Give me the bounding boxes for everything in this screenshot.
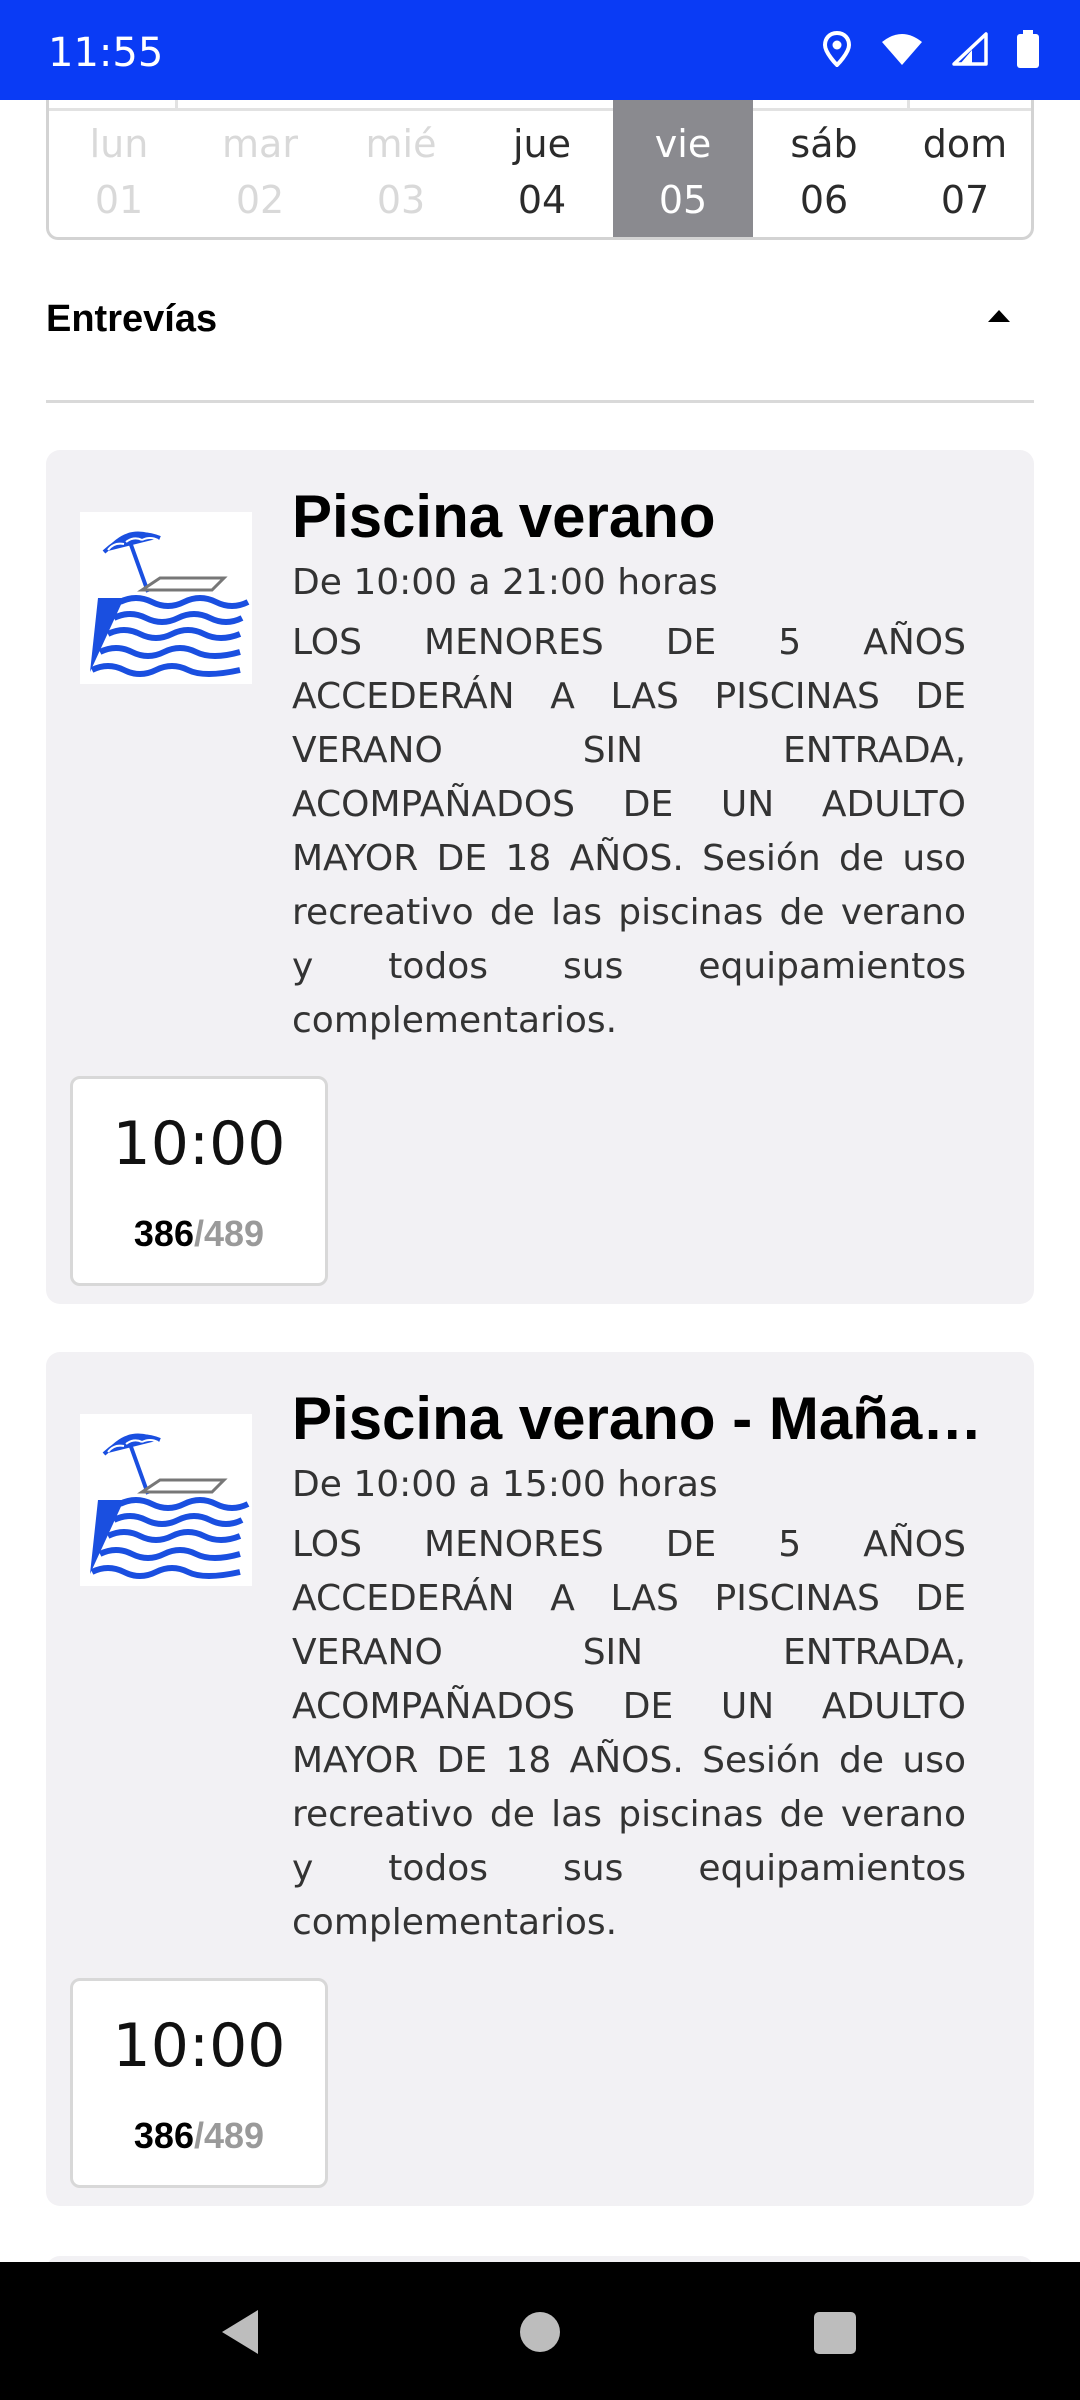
slot-time: 10:00: [112, 2011, 286, 2081]
activity-card: Piscina verano De 10:00 a 21:00 horas LO…: [46, 450, 1034, 1304]
collapse-arrow-icon[interactable]: [988, 310, 1010, 322]
day-fri[interactable]: vie 05: [613, 100, 753, 237]
status-time: 11:55: [48, 30, 164, 76]
wifi-icon: [882, 34, 922, 65]
day-name: dom: [922, 122, 1008, 166]
beach-umbrella-waves-icon: [80, 1414, 252, 1586]
day-number: 05: [658, 178, 708, 222]
recents-icon[interactable]: [814, 2312, 856, 2354]
day-number: 03: [376, 178, 426, 222]
activity-description: LOS MENORES DE 5 AÑOS ACCEDERÁN A LAS PI…: [292, 1524, 966, 1943]
day-number: 06: [799, 178, 849, 222]
slot-total: 489: [204, 2115, 265, 2156]
day-thu[interactable]: jue 04: [472, 100, 612, 237]
activity-description: LOS MENORES DE 5 AÑOS ACCEDERÁN A LAS PI…: [292, 622, 966, 1041]
battery-icon: [1017, 30, 1039, 68]
activity-hours: De 10:00 a 15:00 horas: [292, 1464, 718, 1505]
day-name: mié: [365, 122, 437, 166]
section-divider: [46, 400, 1034, 403]
section-header-entrevias[interactable]: Entrevías: [46, 290, 1034, 350]
day-sat[interactable]: sáb 06: [754, 100, 894, 237]
back-icon[interactable]: [218, 2308, 262, 2356]
day-name: mar: [222, 122, 298, 166]
day-number: 04: [517, 178, 567, 222]
status-icons: [822, 30, 1040, 68]
beach-umbrella-waves-icon: [80, 512, 252, 684]
day-name: jue: [512, 122, 572, 166]
time-slot-button[interactable]: 10:00 386/489: [70, 1076, 328, 1286]
slot-separator: /: [193, 2115, 204, 2156]
activity-card: Piscina verano - Mañana De 10:00 a 15:00…: [46, 1352, 1034, 2206]
time-slot-button[interactable]: 10:00 386/489: [70, 1978, 328, 2188]
day-name: sáb: [790, 122, 858, 166]
activity-hours: De 10:00 a 21:00 horas: [292, 562, 718, 603]
slot-available: 386: [133, 1213, 194, 1254]
slot-capacity: 386/489: [73, 2115, 325, 2157]
activity-title: Piscina verano - Mañana: [292, 1385, 992, 1452]
slot-total: 489: [204, 1213, 265, 1254]
day-number: 02: [235, 178, 285, 222]
day-selector: lun 01 mar 02 mié 03 jue 04 vie 05 sáb 0…: [46, 100, 1034, 240]
system-nav-bar: [0, 2262, 1080, 2400]
day-tue: mar 02: [190, 100, 330, 237]
slot-capacity: 386/489: [73, 1213, 325, 1255]
slot-separator: /: [193, 1213, 204, 1254]
activity-title: Piscina verano: [292, 483, 716, 550]
section-title: Entrevías: [46, 298, 218, 340]
day-number: 01: [94, 178, 144, 222]
slot-available: 386: [133, 2115, 194, 2156]
signal-icon: [952, 32, 988, 66]
slot-time: 10:00: [112, 1109, 286, 1179]
home-icon[interactable]: [520, 2312, 560, 2352]
day-name: vie: [654, 122, 712, 166]
day-name: lun: [89, 122, 149, 166]
location-icon: [822, 31, 852, 67]
day-number: 07: [940, 178, 990, 222]
day-sun[interactable]: dom 07: [895, 100, 1031, 237]
day-wed: mié 03: [331, 100, 471, 237]
status-bar: 11:55: [0, 0, 1080, 100]
day-mon: lun 01: [49, 100, 189, 237]
